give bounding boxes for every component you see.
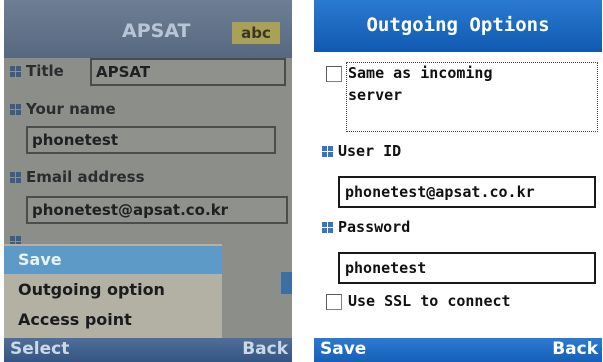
- screen-title: Outgoing Options: [366, 14, 550, 36]
- bullet-icon: [10, 236, 21, 244]
- your-name-field[interactable]: phonetest: [26, 126, 276, 154]
- softkey-bar: Select Back: [4, 338, 292, 362]
- bullet-icon: [10, 66, 21, 77]
- menu-item-outgoing-option[interactable]: Outgoing option: [4, 276, 222, 304]
- bullet-icon: [322, 222, 333, 233]
- user-id-field[interactable]: phonetest@apsat.co.kr: [338, 176, 596, 208]
- password-field[interactable]: phonetest: [338, 252, 596, 284]
- user-id-label: User ID: [322, 142, 401, 160]
- back-softkey[interactable]: Back: [242, 339, 288, 359]
- right-screen: Outgoing Options Same as incoming server…: [314, 0, 602, 362]
- save-softkey[interactable]: Save: [320, 339, 366, 359]
- same-as-incoming-checkbox[interactable]: [326, 66, 342, 82]
- email-address-label: Email address: [10, 168, 145, 186]
- menu-item-access-point[interactable]: Access point: [4, 306, 222, 334]
- email-address-field[interactable]: phonetest@apsat.co.kr: [26, 196, 288, 224]
- select-softkey[interactable]: Select: [10, 339, 69, 359]
- bullet-icon: [322, 146, 333, 157]
- bullet-icon: [10, 172, 21, 183]
- back-softkey[interactable]: Back: [552, 339, 598, 359]
- use-ssl-label: Use SSL to connect: [348, 292, 511, 310]
- same-as-incoming-label: Same as incoming server: [348, 64, 493, 104]
- dropdown-arrow-icon[interactable]: [281, 272, 292, 294]
- title-bar: Outgoing Options: [314, 0, 602, 52]
- softkey-bar: Save Back: [314, 338, 602, 362]
- server-type-label-partial: [10, 232, 26, 244]
- title-field[interactable]: APSAT: [90, 58, 286, 86]
- use-ssl-checkbox[interactable]: [326, 294, 342, 310]
- title-bar: APSAT abc: [4, 0, 292, 58]
- title-label: Title: [10, 62, 64, 80]
- password-label: Password: [322, 218, 410, 236]
- left-screen: APSAT abc Title APSAT Your name phonetes…: [4, 0, 292, 362]
- your-name-label: Your name: [10, 100, 116, 118]
- options-menu: Save Outgoing option Access point: [4, 244, 222, 340]
- bullet-icon: [10, 104, 21, 115]
- menu-item-save[interactable]: Save: [4, 246, 222, 274]
- input-mode-indicator: abc: [232, 22, 280, 44]
- screen-title: APSAT: [122, 20, 191, 42]
